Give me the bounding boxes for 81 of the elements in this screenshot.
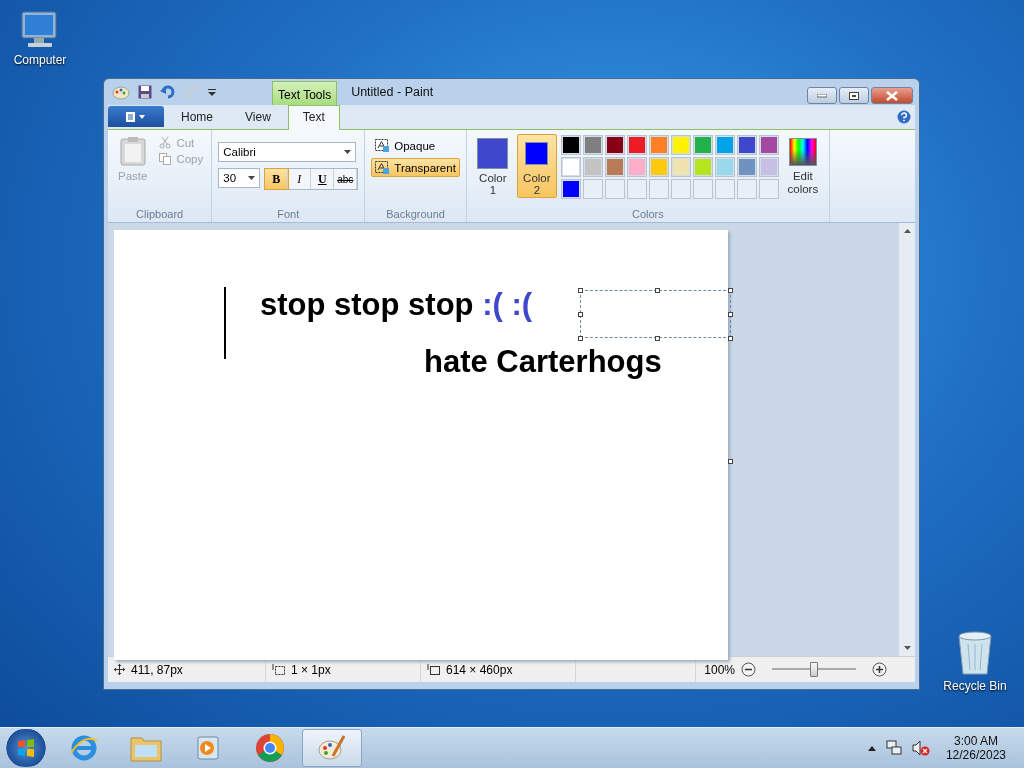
vertical-scrollbar[interactable] <box>899 223 915 656</box>
canvas-text: stop stop stop :( :( <box>260 287 533 323</box>
canvas-resize-handle[interactable] <box>728 459 733 464</box>
recycle-bin-icon[interactable] <box>955 630 995 676</box>
application-menu-button[interactable] <box>108 106 164 127</box>
clipboard-icon <box>119 136 146 166</box>
resize-handle[interactable] <box>728 288 733 293</box>
palette-icon[interactable] <box>112 84 130 100</box>
edit-colors-button[interactable]: Edit colors <box>782 134 823 196</box>
scroll-up-icon <box>903 229 911 233</box>
minimize-icon <box>817 93 827 98</box>
text-tools-context-label: Text Tools <box>272 81 338 105</box>
undo-icon[interactable] <box>160 85 176 99</box>
zoom-out-icon[interactable] <box>741 662 756 677</box>
underline-button[interactable]: U <box>311 169 335 189</box>
ribbon-tab[interactable]: View <box>230 105 286 129</box>
spectrum-icon <box>788 138 817 166</box>
folder-icon <box>130 734 162 762</box>
close-button[interactable] <box>871 87 913 104</box>
resize-handle[interactable] <box>578 288 583 293</box>
italic-button[interactable]: I <box>288 169 312 189</box>
canvas-text: hate Carterhogs <box>424 344 662 380</box>
chrome-icon <box>255 733 285 763</box>
group-label: Clipboard <box>135 208 185 222</box>
dropdown-arrow-icon[interactable] <box>208 88 216 96</box>
zoom-slider-thumb[interactable] <box>810 662 818 677</box>
globe-e-icon <box>69 733 99 763</box>
save-icon[interactable] <box>138 85 152 99</box>
resize-handle[interactable] <box>655 336 660 341</box>
color-slot-button[interactable]: Color 2 <box>516 134 557 198</box>
help-icon[interactable] <box>897 110 911 124</box>
close-icon <box>886 90 898 101</box>
scissors-icon <box>159 137 172 149</box>
selection-size-icon <box>272 664 285 675</box>
text-frame-icon <box>375 161 390 174</box>
resize-handle[interactable] <box>578 336 583 341</box>
maximize-button[interactable] <box>839 87 869 104</box>
resize-handle[interactable] <box>655 288 660 293</box>
restore-icon <box>849 91 859 100</box>
text-frame-icon <box>375 139 390 152</box>
font-family-dropdown[interactable]: Calibri <box>218 142 357 162</box>
menu-icon <box>125 111 147 122</box>
bold-button[interactable]: B <box>265 169 289 189</box>
scroll-down-icon <box>903 646 911 650</box>
palette-brush-icon <box>317 734 347 762</box>
muted-speaker-icon[interactable] <box>911 740 930 756</box>
resize-handle[interactable] <box>578 312 583 317</box>
selection-size: 1 × 1px <box>291 662 331 677</box>
window-title: Untitled - Paint <box>351 85 434 99</box>
background-option[interactable]: Transparent <box>371 158 460 177</box>
strike-button[interactable]: abc <box>334 169 358 189</box>
ribbon-tab[interactable]: Home <box>166 105 228 129</box>
move-cursor-icon <box>114 664 125 675</box>
copy-icon <box>159 153 172 165</box>
windows-logo-icon <box>17 739 35 757</box>
group-label: Background <box>385 208 446 222</box>
caret-icon <box>248 176 256 180</box>
zoom-percent: 100% <box>704 662 735 677</box>
text-cursor <box>224 287 226 359</box>
group-label: Font <box>276 208 301 222</box>
zoom-in-icon[interactable] <box>872 662 887 677</box>
group-label: Colors <box>630 208 665 222</box>
taskbar-paint-button[interactable] <box>302 729 362 767</box>
ribbon-tab[interactable]: Text <box>287 105 340 130</box>
caret-icon <box>344 150 352 154</box>
play-icon <box>195 735 221 761</box>
background-option[interactable]: Opaque <box>371 136 460 155</box>
network-icon[interactable] <box>885 740 902 756</box>
resize-handle[interactable] <box>728 312 733 317</box>
clock-time[interactable]: 3:00 AM <box>953 734 998 748</box>
desktop-icon-label[interactable]: Computer <box>13 53 67 67</box>
canvas-size: 614 × 460px <box>446 662 513 677</box>
canvas-size-icon <box>427 664 440 675</box>
desktop-icon-label[interactable]: Recycle Bin <box>943 679 1007 693</box>
color-slot-button[interactable]: Color 1 <box>472 134 513 198</box>
resize-handle[interactable] <box>728 336 733 341</box>
cursor-position: 411, 87px <box>131 662 183 677</box>
drawing-canvas[interactable]: stop stop stop :( :( hate Carterhogs <box>114 230 728 660</box>
show-hidden-icons-icon[interactable] <box>867 745 876 751</box>
font-size-dropdown[interactable]: 30 <box>218 168 261 188</box>
clock-date[interactable]: 12/26/2023 <box>945 748 1006 762</box>
